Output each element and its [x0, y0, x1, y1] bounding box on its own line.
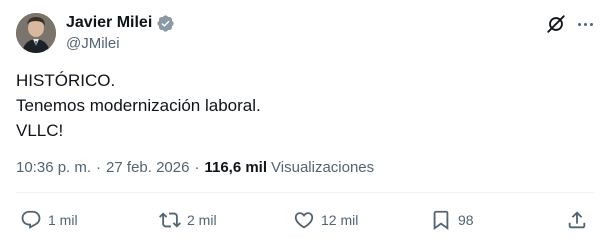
author-handle[interactable]: @JMilei: [66, 35, 175, 52]
views-label[interactable]: Visualizaciones: [271, 159, 374, 176]
tweet-text-line: Tenemos modernización laboral.: [16, 96, 261, 115]
reply-button[interactable]: 1 mil: [20, 206, 78, 234]
heart-icon: [294, 212, 314, 229]
tweet-date[interactable]: 27 feb. 2026: [106, 159, 189, 176]
action-bar: 1 mil 2 mil 12 mil 98: [16, 206, 594, 234]
tweet-metadata: 10:36 p. m. · 27 feb. 2026 · 116,6 mil V…: [16, 159, 374, 176]
more-options-icon[interactable]: [573, 14, 597, 34]
divider: [16, 192, 594, 193]
verified-badge-icon[interactable]: [156, 14, 175, 33]
author-info: Javier Milei @JMilei: [66, 12, 175, 52]
tweet-text-line: HISTÓRICO.: [16, 71, 116, 90]
meta-separator: ·: [96, 159, 102, 176]
author-display-name[interactable]: Javier Milei: [66, 14, 152, 32]
repost-count: 2 mil: [187, 212, 217, 228]
repost-button[interactable]: 2 mil: [159, 206, 217, 234]
tweet-text: HISTÓRICO. Tenemos modernización laboral…: [16, 68, 261, 143]
tweet-text-line: VLLC!: [16, 121, 64, 140]
like-button[interactable]: 12 mil: [293, 206, 358, 234]
share-icon: [568, 211, 586, 229]
share-button[interactable]: [566, 206, 588, 234]
avatar[interactable]: [16, 13, 56, 53]
reply-count: 1 mil: [48, 212, 78, 228]
bookmark-button[interactable]: 98: [430, 206, 474, 234]
repost-icon: [159, 212, 181, 228]
more-dot: [577, 22, 581, 26]
bookmark-icon: [433, 210, 449, 231]
author-name-row: Javier Milei: [66, 12, 175, 34]
views-count[interactable]: 116,6 mil: [204, 159, 267, 176]
more-dot: [589, 22, 593, 26]
grok-icon[interactable]: [545, 13, 567, 35]
meta-separator: ·: [194, 159, 200, 176]
tweet-time[interactable]: 10:36 p. m.: [16, 159, 91, 176]
reply-icon: [21, 210, 41, 229]
avatar-image: [16, 13, 56, 53]
bookmark-count: 98: [458, 212, 474, 228]
like-count: 12 mil: [321, 212, 359, 228]
tweet-card: Javier Milei @JMilei HISTÓRICO. Tenemos …: [0, 0, 610, 240]
more-dot: [583, 22, 587, 26]
